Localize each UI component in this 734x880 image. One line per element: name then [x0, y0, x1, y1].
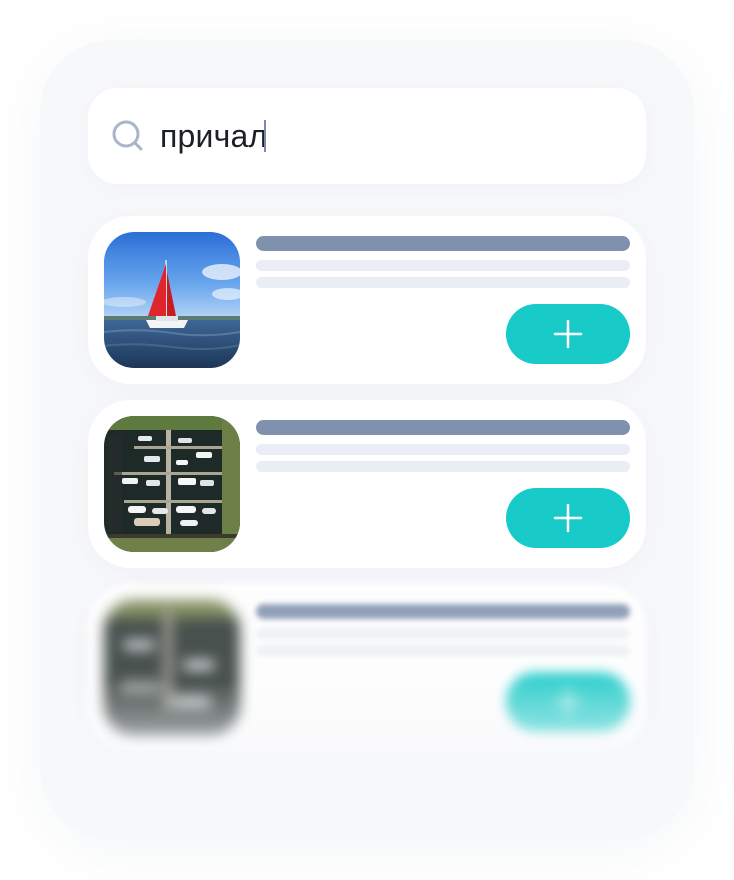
plus-icon — [553, 503, 583, 533]
result-detail-placeholder — [256, 645, 630, 656]
result-detail-placeholder — [256, 277, 630, 288]
search-bar[interactable]: причал — [88, 88, 646, 184]
search-input[interactable]: причал — [160, 112, 267, 160]
sailboat-photo — [104, 232, 240, 368]
add-button[interactable] — [506, 488, 630, 548]
result-card[interactable] — [88, 216, 646, 384]
result-subtitle-placeholder — [256, 444, 630, 455]
result-card[interactable] — [88, 400, 646, 568]
plus-icon — [553, 319, 583, 349]
result-detail-placeholder — [256, 461, 630, 472]
bottom-fade — [40, 680, 694, 840]
text-cursor — [264, 120, 266, 152]
search-icon — [112, 120, 143, 151]
result-title-placeholder — [256, 420, 630, 435]
marina-aerial-photo — [104, 416, 240, 552]
result-title-placeholder — [256, 236, 630, 251]
result-subtitle-placeholder — [256, 628, 630, 639]
result-subtitle-placeholder — [256, 260, 630, 271]
add-button[interactable] — [506, 304, 630, 364]
result-title-placeholder — [256, 604, 630, 619]
